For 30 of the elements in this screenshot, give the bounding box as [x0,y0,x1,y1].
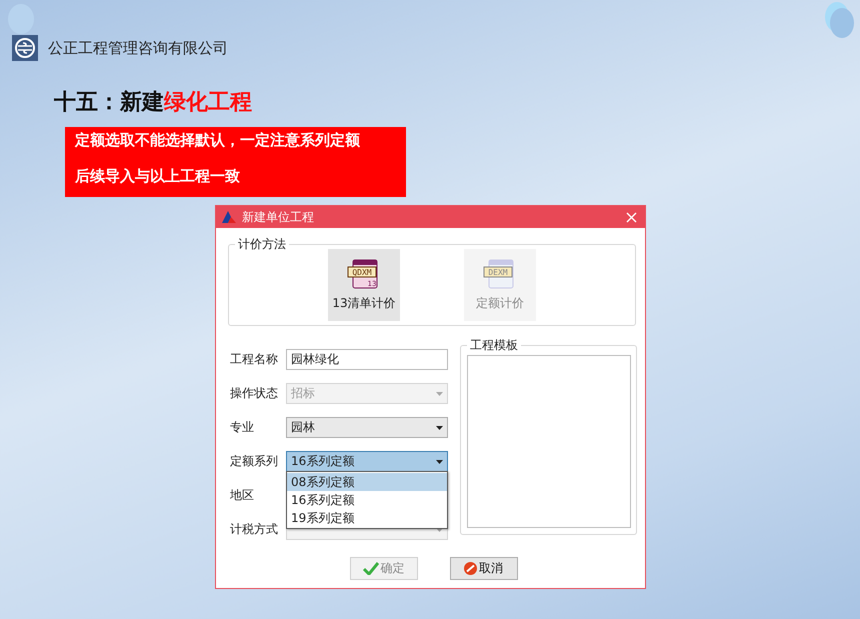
field-label: 工程名称 [230,351,279,368]
dropdown-field[interactable]: 园林 [286,417,448,438]
bubble-decoration [825,2,854,38]
field-label: 地区 [230,487,255,504]
slide-title: 十五：新建绿化工程 [54,89,253,117]
field-label: 计税方式 [230,521,279,538]
caret-icon [436,392,443,396]
group-label: 工程模板 [467,337,521,353]
field-label: 专业 [230,419,255,436]
logo-icon [12,35,38,61]
note-text: 后续导入与以上工程一致 [75,168,241,186]
app-logo-icon [222,211,236,223]
caret-icon [436,426,443,430]
dropdown-option[interactable]: 08系列定额 [287,473,447,491]
cancel-button[interactable]: 取消 [450,557,518,580]
company-name: 公正工程管理咨询有限公司 [48,40,228,58]
caret-icon [436,460,443,464]
field-label: 操作状态 [230,385,279,402]
dropdown-option[interactable]: 16系列定额 [287,491,447,509]
check-icon [362,562,378,575]
bubble-decoration [8,4,34,34]
field-label: 定额系列 [230,453,279,470]
close-icon[interactable] [626,212,637,222]
note-text: 定额选取不能选择默认，一定注意系列定额 [75,132,361,150]
dropdown-option[interactable]: 19系列定额 [287,509,447,527]
input-field[interactable]: 园林绿化 [286,349,448,370]
dropdown-field[interactable]: 16系列定额 [286,451,448,472]
group-label: 计价方法 [235,236,289,252]
no-entry-icon [464,562,477,575]
dialog-title: 新建单位工程 [242,208,315,226]
